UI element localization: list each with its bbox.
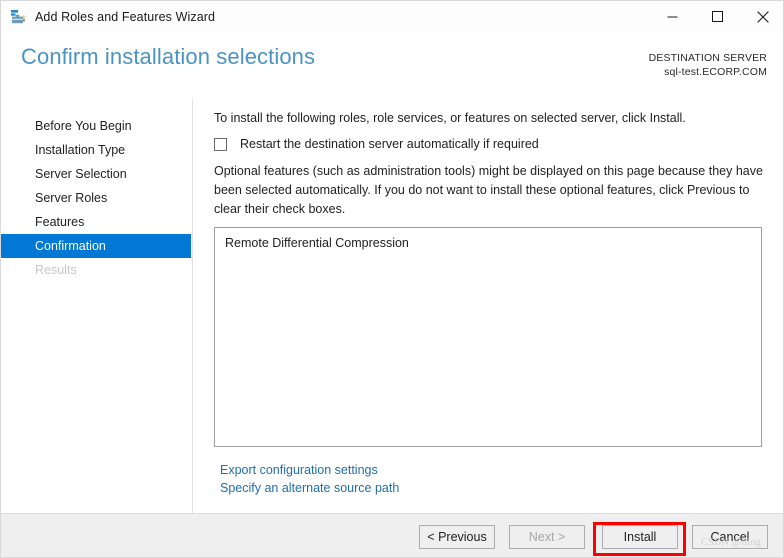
destination-server-value: sql-test.ECORP.COM (664, 66, 767, 78)
next-button: Next > (509, 525, 585, 549)
sidebar-item-label: Server Selection (35, 167, 127, 181)
restart-checkbox-label: Restart the destination server automatic… (240, 137, 539, 151)
minimize-icon (667, 16, 678, 18)
sidebar-item-server-roles[interactable]: Server Roles (1, 186, 192, 210)
sidebar-item-results: Results (1, 258, 192, 282)
destination-server-label: DESTINATION SERVER (648, 52, 767, 64)
sidebar-item-label: Confirmation (35, 239, 106, 253)
sidebar-item-features[interactable]: Features (1, 210, 192, 234)
sidebar-item-label: Server Roles (35, 191, 108, 205)
sidebar-item-label: Installation Type (35, 143, 126, 157)
minimize-button[interactable] (650, 1, 695, 32)
restart-checkbox-row[interactable]: Restart the destination server automatic… (214, 137, 539, 151)
restart-checkbox[interactable] (214, 137, 227, 151)
sidebar-item-server-selection[interactable]: Server Selection (1, 162, 192, 186)
sidebar-item-before-you-begin[interactable]: Before You Begin (1, 114, 192, 138)
list-item[interactable]: Remote Differential Compression (215, 228, 761, 250)
title-bar: Add Roles and Features Wizard (1, 1, 783, 32)
install-button[interactable]: Install (602, 525, 678, 549)
sidebar-item-installation-type[interactable]: Installation Type (1, 138, 192, 162)
wizard-window: Add Roles and Features Wizard Confirm in… (0, 0, 784, 558)
page-header: Confirm installation selections DESTINAT… (1, 32, 783, 95)
destination-server-block: DESTINATION SERVER sql-test.ECORP.COM (649, 51, 767, 79)
sidebar-item-confirmation[interactable]: Confirmation (1, 234, 191, 258)
close-icon (756, 10, 769, 23)
export-configuration-settings-link[interactable]: Export configuration settings (220, 463, 378, 477)
maximize-icon (712, 11, 723, 22)
specify-alternate-source-path-link[interactable]: Specify an alternate source path (220, 481, 399, 495)
selected-features-listbox[interactable]: Remote Differential Compression (214, 227, 762, 447)
sidebar-item-label: Results (35, 263, 77, 277)
wizard-nav-pane: Before You Begin Installation Type Serve… (1, 99, 193, 513)
optional-features-note: Optional features (such as administratio… (214, 164, 763, 216)
install-instruction-text: To install the following roles, role ser… (214, 111, 686, 125)
caption-button-group (650, 1, 783, 32)
window-title: Add Roles and Features Wizard (35, 9, 216, 24)
sidebar-item-label: Before You Begin (35, 119, 132, 133)
sidebar-item-label: Features (35, 215, 85, 229)
page-title: Confirm installation selections (21, 44, 316, 69)
previous-button[interactable]: < Previous (419, 525, 495, 549)
cancel-button[interactable]: Cancel (692, 525, 768, 549)
maximize-button[interactable] (695, 1, 740, 32)
server-manager-icon (10, 9, 26, 25)
wizard-content-pane: To install the following roles, role ser… (193, 99, 783, 513)
wizard-footer: < Previous Next > Install Cancel (1, 513, 783, 557)
close-button[interactable] (740, 1, 783, 32)
